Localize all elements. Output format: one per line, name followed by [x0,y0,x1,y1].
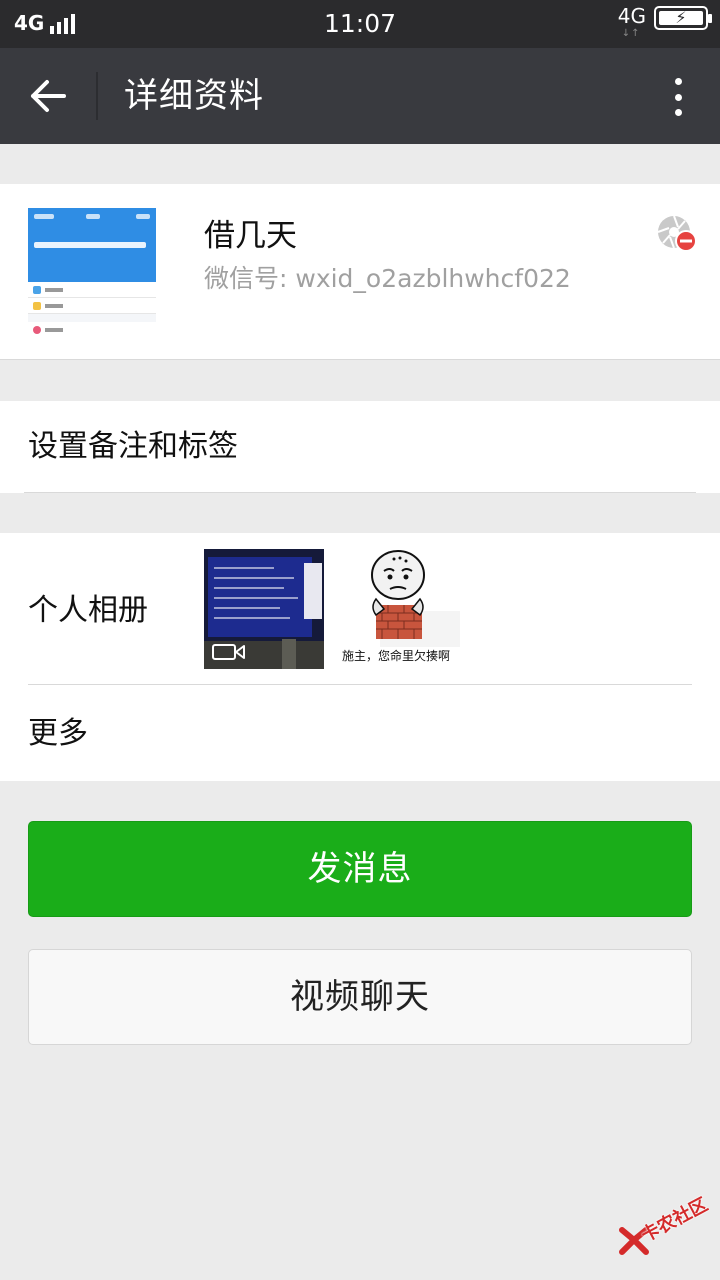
status-right: 4G ↓↑ ⚡ [617,4,712,39]
profile-card: 借几天 微信号: wxid_o2azblhwhcf022 [0,184,720,360]
status-bar: 4G 11:07 4G ↓↑ ⚡ [0,0,720,48]
wechat-id: 微信号: wxid_o2azblhwhcf022 [204,264,571,293]
album-thumbnail-meme: 施主，您命里欠揍啊 [340,549,460,669]
more-label: 更多 [28,716,88,751]
back-arrow-icon [31,80,66,112]
profile-name: 借几天 [204,218,297,254]
network-type-right: 4G [617,4,646,28]
watermark-text: 卡农社区 [637,1194,712,1247]
page-title: 详细资料 [124,76,264,116]
nav-divider [96,72,98,120]
more-options-button[interactable] [666,74,690,120]
personal-album-row[interactable]: 个人相册 施主，您命里欠揍啊 [0,533,720,684]
set-remark-and-tags-row[interactable]: 设置备注和标签 [0,401,720,493]
album-section: 个人相册 施主，您命里欠揍啊 更多 [0,533,720,781]
blocked-friend-icon [657,215,697,252]
monk-meme-image [371,550,460,647]
divider [24,492,696,493]
more-dots-icon [674,78,682,85]
watermark: 卡农社区 [616,1184,716,1264]
album-label: 个人相册 [28,593,148,628]
avatar[interactable] [28,208,156,336]
status-time: 11:07 [323,9,397,38]
nav-bar: 详细资料 [0,48,720,144]
video-chat-button[interactable]: 视频聊天 [28,949,692,1045]
battery-charging-icon: ⚡ [654,6,712,30]
remark-label: 设置备注和标签 [28,429,238,464]
back-button[interactable] [20,70,76,122]
album-thumbnail-video [204,549,324,669]
video-camera-icon [212,644,245,660]
data-arrows-icon: ↓↑ [621,28,641,39]
more-row[interactable]: 更多 [0,685,720,781]
meme-caption: 施主，您命里欠揍啊 [342,649,451,663]
send-message-button[interactable]: 发消息 [28,821,692,917]
